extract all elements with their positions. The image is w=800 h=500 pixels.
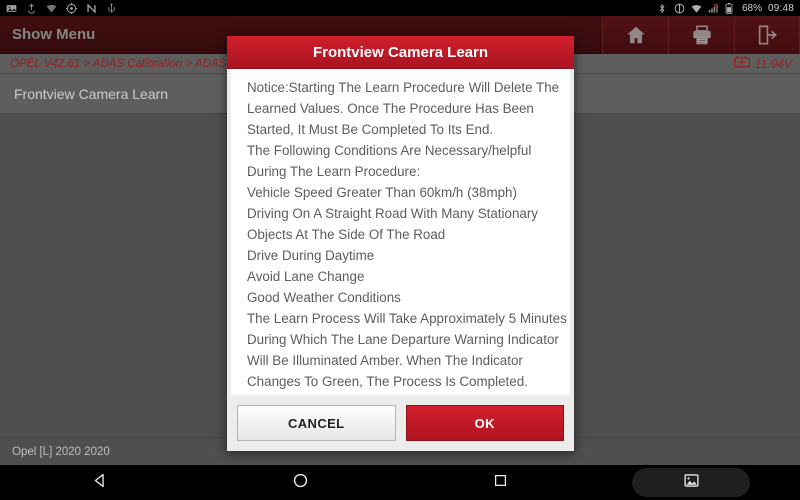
usb-icon (106, 2, 117, 14)
app-header-actions (602, 15, 800, 54)
print-button[interactable] (668, 15, 734, 54)
nav-recents-button[interactable] (400, 465, 600, 500)
gallery-icon (6, 3, 17, 14)
home-button[interactable] (602, 15, 668, 54)
frontview-camera-learn-dialog: Frontview Camera Learn Notice:Starting T… (227, 36, 574, 451)
gps-icon (66, 2, 77, 14)
home-icon (625, 24, 647, 46)
dialog-title: Frontview Camera Learn (227, 36, 574, 69)
printer-icon (691, 24, 713, 46)
recents-square-icon (493, 473, 508, 493)
home-circle-icon (292, 472, 309, 494)
signal-icon (708, 2, 719, 14)
dialog-message: Notice:Starting The Learn Procedure Will… (247, 80, 567, 389)
exit-button[interactable] (734, 15, 800, 54)
nav-screenshot-container (600, 465, 800, 500)
dialog-actions: CANCEL OK (227, 395, 574, 451)
nfc-icon (86, 2, 97, 14)
nav-home-button[interactable] (200, 465, 400, 500)
vehicle-label: Opel [L] 2020 2020 (12, 445, 110, 458)
voltage-value: 11.94V (754, 56, 792, 71)
do-not-disturb-icon (674, 3, 685, 14)
bluetooth-icon (657, 3, 668, 14)
battery-icon (733, 55, 750, 73)
usb-debug-icon (26, 3, 37, 14)
battery-icon (725, 2, 736, 14)
voltage-indicator: 11.94V (733, 55, 792, 73)
nav-back-button[interactable] (0, 465, 200, 500)
ok-button[interactable]: OK (405, 405, 564, 441)
back-icon (92, 472, 109, 494)
status-left-icons (6, 2, 657, 14)
status-right-icons: 68% 09:48 (657, 2, 794, 14)
nav-screenshot-button[interactable] (632, 468, 750, 497)
battery-percent: 68% (741, 2, 762, 14)
cancel-button[interactable]: CANCEL (237, 405, 396, 441)
wifi-icon (691, 3, 702, 14)
android-nav-bar (0, 465, 800, 500)
status-clock: 09:48 (767, 2, 794, 14)
exit-icon (756, 24, 778, 46)
android-status-bar: 68% 09:48 (0, 0, 800, 16)
screenshot-icon (683, 472, 700, 494)
dialog-body: Notice:Starting The Learn Procedure Will… (231, 69, 570, 395)
wifi-direct-icon (46, 3, 57, 14)
